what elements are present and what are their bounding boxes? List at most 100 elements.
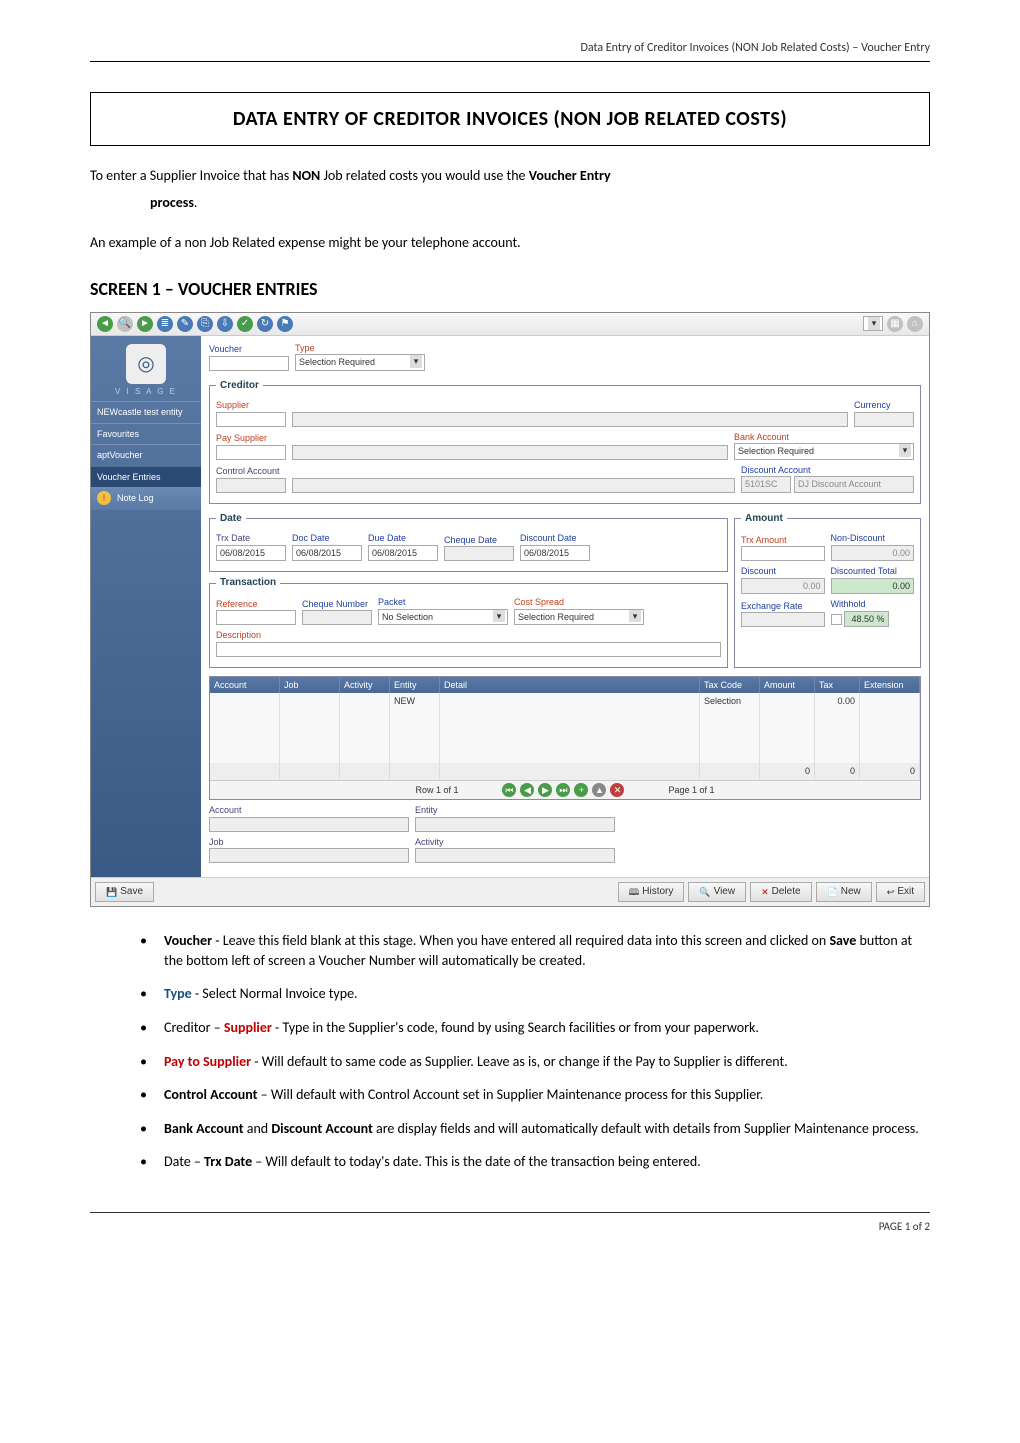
pager-add-icon[interactable]: + [574,783,588,797]
grid-cell-account[interactable] [210,693,280,763]
cheque-date-label: Cheque Date [444,534,514,547]
save-button[interactable]: 💾 Save [95,882,154,902]
discount-date-input[interactable]: 06/08/2015 [520,545,590,562]
amount-legend: Amount [741,512,787,526]
amount-group: Amount Trx Amount Non-Discount 0.00 [734,512,921,668]
creditor-legend: Creditor [216,379,263,393]
bank-account-select[interactable]: Selection Required [734,443,914,460]
intro-text-e: . [194,194,198,211]
toolbar-nav-back-icon[interactable]: ◄ [97,316,113,332]
withhold-checkbox[interactable] [831,614,842,625]
exit-icon: ↩ [887,886,895,899]
pay-supplier-label: Pay Supplier [216,432,286,445]
supplier-name-display [292,412,848,427]
sidebar-item-voucher-entries[interactable]: Voucher Entries [91,466,201,488]
pager-last-icon[interactable]: ⏭ [556,783,570,797]
grid-col-account: Account [210,677,280,694]
bullet-text-part: Save [829,932,856,949]
creditor-group: Creditor Supplier Currency [209,379,921,504]
discount-account-code: 5101SC [741,476,791,493]
doc-date-label: Doc Date [292,532,362,545]
grid-cell-entity[interactable]: NEW [390,693,440,763]
below-activity-display [415,848,615,863]
grid-cell-job[interactable] [280,693,340,763]
date-group: Date Trx Date 06/08/2015 Doc Date 06/08/… [209,512,728,572]
bullet-text-part: Discount Account [271,1120,373,1137]
grid-cell-amount[interactable] [760,693,815,763]
intro-text-a: To enter a Supplier Invoice that has [90,167,292,184]
sidebar-item-favourites[interactable]: Favourites [91,423,201,445]
pay-supplier-name-display [292,445,728,460]
cheque-date-input[interactable] [444,546,514,561]
toolbar-d-icon[interactable]: ⇩ [217,316,233,332]
pager-first-icon[interactable]: ⏮ [502,783,516,797]
grid-cell-detail[interactable] [440,693,700,763]
delete-button[interactable]: ✕ Delete [750,882,811,902]
grid-col-activity: Activity [340,677,390,694]
warning-icon: ! [97,491,111,505]
bullet-text-part: - Will default to same code as Supplier.… [251,1053,788,1070]
delete-button-label: Delete [772,885,801,899]
pager-delete-icon[interactable]: ✕ [610,783,624,797]
supplier-input[interactable] [216,412,286,427]
toolbar-dropdown[interactable] [863,316,883,331]
pager-prev-icon[interactable]: ◀ [520,783,534,797]
new-button[interactable]: 📄 New [816,882,872,902]
sidebar-subitem-note-log[interactable]: ! Note Log [91,487,201,510]
toolbar-b-icon[interactable]: ✎ [177,316,193,332]
page-footer: PAGE 1 of 2 [90,1212,930,1234]
grid-cell-tax[interactable]: 0.00 [815,693,860,763]
bullet-text-part: - Leave this field blank at this stage. … [212,932,829,949]
sidebar-item-aptvoucher[interactable]: aptVoucher [91,444,201,466]
description-input[interactable] [216,642,721,657]
doc-date-input[interactable]: 06/08/2015 [292,545,362,562]
reference-input[interactable] [216,610,296,625]
discounted-total-label: Discounted Total [831,565,915,578]
grid-cell-activity[interactable] [340,693,390,763]
toolbar-home-icon[interactable]: ⌂ [907,316,923,332]
below-job-label: Job [209,836,409,849]
packet-select[interactable]: No Selection [378,609,508,626]
trx-amount-input[interactable] [741,546,825,561]
non-discount-display: 0.00 [831,545,915,562]
voucher-input[interactable] [209,356,289,371]
grid-cell-extension[interactable] [860,693,920,763]
grid-foot-ext: 0 [860,763,920,780]
below-grid-area: Account Entity Job [209,800,921,871]
explanation-bullet: Voucher - Leave this field blank at this… [140,931,930,970]
grid-col-job: Job [280,677,340,694]
grid-cell-taxcode[interactable]: Selection [700,693,760,763]
grid-col-tax: Tax [815,677,860,694]
type-select[interactable]: Selection Required [295,354,425,371]
exchange-rate-label: Exchange Rate [741,600,825,613]
toolbar-g-icon[interactable]: ⚑ [277,316,293,332]
pager-next-icon[interactable]: ▶ [538,783,552,797]
toolbar-c-icon[interactable]: ⎘ [197,316,213,332]
due-date-input[interactable]: 06/08/2015 [368,545,438,562]
sidebar-entity[interactable]: NEWcastle test entity [91,401,201,423]
toolbar-a-icon[interactable]: ≣ [157,316,173,332]
explanation-bullet: Control Account – Will default with Cont… [140,1085,930,1105]
type-label: Type [295,342,425,355]
toolbar-f-icon[interactable]: ↻ [257,316,273,332]
row-info: Row 1 of 1 [375,784,498,797]
bullet-text-part: – Will default to today's date. This is … [252,1153,701,1170]
toolbar-e-icon[interactable]: ✓ [237,316,253,332]
toolbar-calendar-icon[interactable]: ▦ [887,316,903,332]
toolbar-search-icon[interactable]: 🔍 [117,316,133,332]
grid-footer-row: 0 0 0 [210,763,920,780]
line-items-grid: Account Job Activity Entity Detail Tax C… [209,676,921,800]
grid-body-row[interactable]: NEW Selection 0.00 [210,693,920,763]
history-button[interactable]: 🕮 History [618,882,685,902]
description-label: Description [216,629,721,642]
cheque-number-input[interactable] [302,610,372,625]
pager-up-icon[interactable]: ▲ [592,783,606,797]
reference-label: Reference [216,598,296,611]
trx-date-input[interactable]: 06/08/2015 [216,545,286,562]
toolbar-nav-fwd-icon[interactable]: ► [137,316,153,332]
explanation-bullet: Creditor – Supplier - Type in the Suppli… [140,1018,930,1038]
pay-supplier-input[interactable] [216,445,286,460]
exit-button[interactable]: ↩ Exit [876,882,925,902]
view-button[interactable]: 🔍 View [688,882,746,902]
cost-spread-select[interactable]: Selection Required [514,609,644,626]
